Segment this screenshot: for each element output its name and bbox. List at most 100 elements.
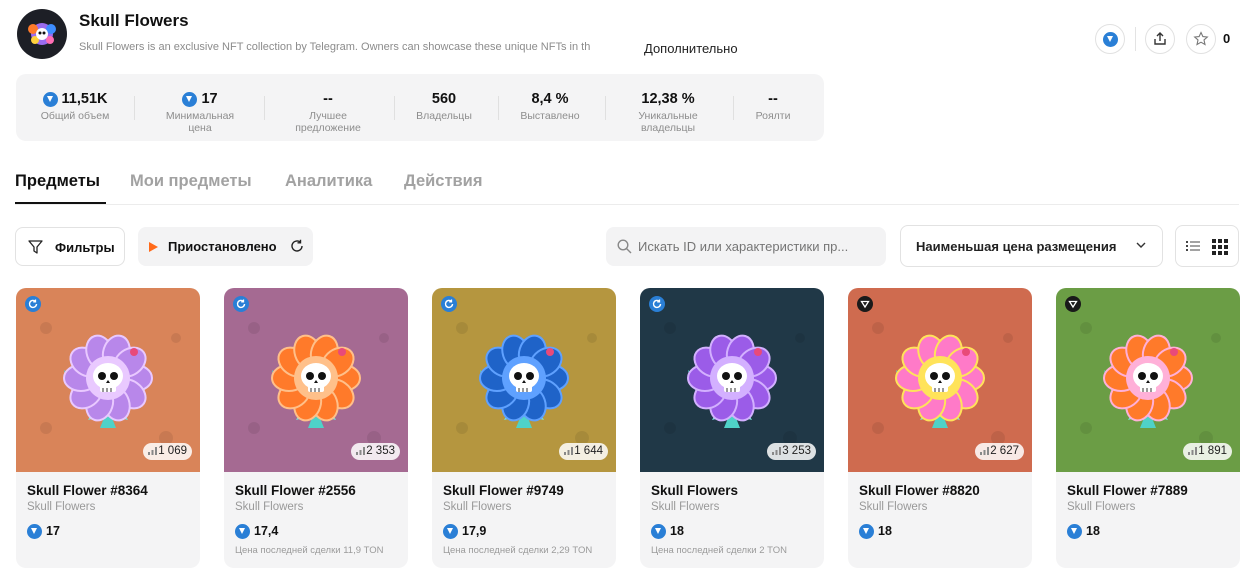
share-icon [1154, 32, 1166, 45]
collection-title: Skull Flowers [79, 11, 189, 30]
favorite-button[interactable] [1186, 24, 1216, 54]
list-view-icon[interactable] [1186, 240, 1200, 252]
grid-view-icon[interactable] [1212, 239, 1228, 255]
collection-description: Skull Flowers is an exclusive NFT collec… [79, 41, 591, 53]
views-count: 2 627 [990, 445, 1019, 457]
stat-floor-price: 17 Минимальная цена [165, 91, 235, 134]
ton-icon [1102, 31, 1118, 47]
collection-avatar [17, 9, 67, 59]
stats-icon [1188, 447, 1198, 455]
funnel-icon [28, 240, 43, 254]
stats-panel: 11,51K Общий объем 17 Минимальная цена -… [16, 74, 824, 141]
views-count: 2 353 [366, 445, 395, 457]
search-icon [617, 239, 632, 254]
more-link[interactable]: Дополнительно [644, 41, 738, 56]
nft-card[interactable]: 1 069 Skull Flower #8364 Skull Flowers 17 [16, 288, 200, 568]
last-sale-price: Цена последней сделки 2 TON [651, 545, 788, 556]
price-value: 17 [46, 524, 60, 538]
nft-name[interactable]: Skull Flower #8364 [27, 483, 148, 498]
nft-card[interactable]: 2 353 Skull Flower #2556 Skull Flowers 17,4… [224, 288, 408, 568]
header-divider [1135, 27, 1136, 51]
stats-icon [564, 447, 574, 455]
ton-icon [651, 524, 666, 540]
views-pill: 3 253 [767, 443, 816, 460]
ton-icon [443, 524, 458, 540]
sort-dropdown[interactable]: Наименьшая цена размещения [900, 225, 1163, 267]
view-switcher [1175, 225, 1239, 267]
stat-royalty: -- Роялти [755, 91, 791, 122]
stat-unique-owners: 12,38 % Уникальные владельцы [638, 91, 698, 134]
ton-badge-icon [1065, 296, 1081, 312]
paused-label: Приостановлено [168, 239, 277, 254]
views-pill: 1 069 [143, 443, 192, 460]
stats-icon [356, 447, 366, 455]
stat-listed: 8,4 % Выставлено [520, 91, 580, 122]
views-pill: 1 891 [1183, 443, 1232, 460]
stats-icon [980, 447, 990, 455]
nft-collection: Skull Flowers [859, 501, 928, 513]
nft-card[interactable]: 1 644 Skull Flower #9749 Skull Flowers 17,9… [432, 288, 616, 568]
refresh-icon [291, 239, 303, 252]
tab-activity[interactable]: Действия [404, 172, 482, 191]
search-box[interactable] [606, 227, 886, 266]
ton-badge-icon [857, 296, 873, 312]
price-value: 18 [878, 524, 892, 538]
price-value: 17,4 [254, 524, 279, 538]
nft-name[interactable]: Skull Flower #2556 [235, 483, 356, 498]
filters-button[interactable]: Фильтры [15, 227, 125, 266]
last-sale-price: Цена последней сделки 11,9 TON [235, 545, 384, 556]
tab-my-items[interactable]: Мои предметы [130, 172, 252, 191]
views-pill: 2 353 [351, 443, 400, 460]
stat-total-volume: 11,51K Общий объем [40, 91, 110, 122]
ton-icon [42, 91, 58, 107]
filters-label: Фильтры [55, 240, 115, 255]
refresh-badge-icon [441, 296, 457, 312]
stat-owners: 560 Владельцы [416, 91, 472, 122]
nft-collection: Skull Flowers [443, 501, 512, 513]
views-count: 1 644 [574, 445, 603, 457]
sort-label: Наименьшая цена размещения [916, 239, 1117, 254]
tabs-divider [15, 204, 1239, 205]
stat-best-offer: -- Лучшее предложение [295, 91, 361, 134]
nft-price: 18 [1067, 524, 1100, 540]
share-button[interactable] [1145, 24, 1175, 54]
views-count: 3 253 [782, 445, 811, 457]
nft-name[interactable]: Skull Flower #8820 [859, 483, 980, 498]
refresh-badge-icon [649, 296, 665, 312]
ton-currency-button[interactable] [1095, 24, 1125, 54]
star-icon [1193, 31, 1209, 46]
ton-icon [1067, 524, 1082, 540]
tab-analytics[interactable]: Аналитика [285, 172, 372, 191]
ton-icon [182, 91, 198, 107]
nft-price: 17,4 [235, 524, 279, 540]
nft-collection: Skull Flowers [27, 501, 96, 513]
views-pill: 2 627 [975, 443, 1024, 460]
refresh-badge-icon [25, 296, 41, 312]
stats-icon [772, 447, 782, 455]
tab-items[interactable]: Предметы [15, 172, 100, 191]
paused-toggle[interactable]: Приостановлено [138, 227, 313, 266]
nft-price: 17,9 [443, 524, 487, 540]
play-icon [149, 242, 158, 252]
search-input[interactable] [638, 227, 880, 266]
nft-price: 17 [27, 524, 60, 540]
nft-name[interactable]: Skull Flower #7889 [1067, 483, 1188, 498]
ton-icon [27, 524, 42, 540]
nft-price: 18 [651, 524, 684, 540]
refresh-badge-icon [233, 296, 249, 312]
nft-name[interactable]: Skull Flowers [651, 483, 738, 498]
nft-name[interactable]: Skull Flower #9749 [443, 483, 564, 498]
nft-collection: Skull Flowers [235, 501, 304, 513]
nft-collection: Skull Flowers [1067, 501, 1136, 513]
price-value: 17,9 [462, 524, 487, 538]
last-sale-price: Цена последней сделки 2,29 TON [443, 545, 593, 556]
views-pill: 1 644 [559, 443, 608, 460]
chevron-down-icon [1136, 242, 1146, 248]
nft-card[interactable]: 1 891 Skull Flower #7889 Skull Flowers 18 [1056, 288, 1240, 568]
nft-price: 18 [859, 524, 892, 540]
nft-collection: Skull Flowers [651, 501, 720, 513]
active-tab-indicator [15, 202, 106, 204]
nft-card[interactable]: 3 253 Skull Flowers Skull Flowers 18 Цена по… [640, 288, 824, 568]
stats-icon [148, 447, 158, 455]
nft-card[interactable]: 2 627 Skull Flower #8820 Skull Flowers 18 [848, 288, 1032, 568]
